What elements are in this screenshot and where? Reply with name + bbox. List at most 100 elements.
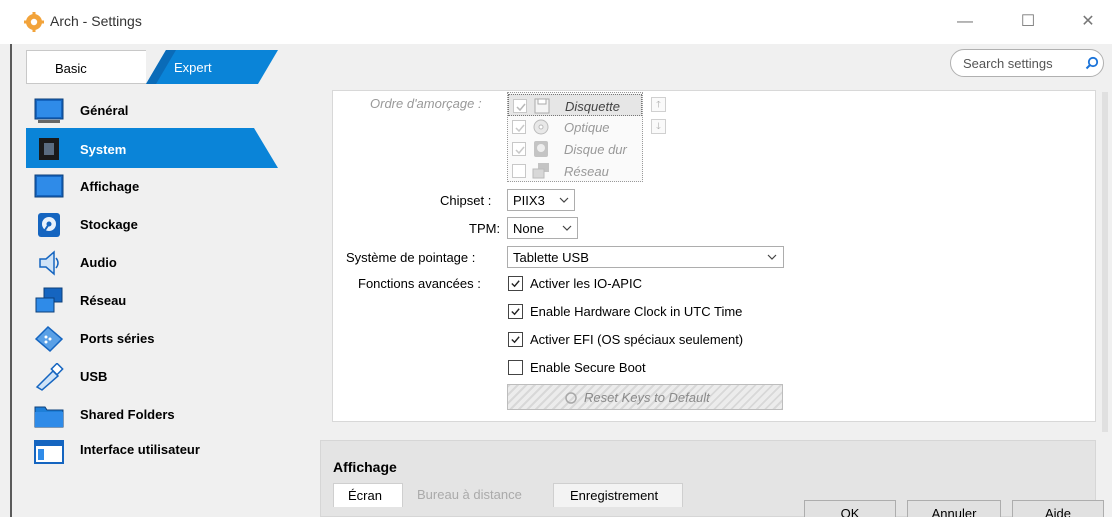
scrollbar[interactable] xyxy=(1102,92,1108,432)
tab-label: Écran xyxy=(348,488,382,503)
active-item-background xyxy=(26,128,278,168)
io-apic-label: Activer les IO-APIC xyxy=(530,276,642,291)
usb-icon xyxy=(35,363,64,391)
storage-icon xyxy=(38,213,60,237)
sidebar-item-general[interactable]: Général xyxy=(26,92,316,130)
search-icon[interactable] xyxy=(1085,56,1099,70)
pointing-device-value: Tablette USB xyxy=(513,250,589,265)
close-button[interactable]: ✕ xyxy=(1073,10,1103,34)
boot-item-optical[interactable]: Optique xyxy=(508,116,642,138)
audio-icon xyxy=(39,250,59,276)
boot-item-checkbox[interactable] xyxy=(513,99,527,113)
cancel-button[interactable]: Annuler xyxy=(907,500,1001,517)
serial-ports-icon xyxy=(34,325,64,353)
sidebar-item-label: Stockage xyxy=(80,217,138,232)
chipset-select[interactable]: PIIX3 xyxy=(507,189,575,211)
boot-order-label: Ordre d'amorçage : xyxy=(370,96,482,111)
general-icon xyxy=(34,98,64,123)
io-apic-checkbox[interactable] xyxy=(508,276,523,291)
pointing-device-select[interactable]: Tablette USB xyxy=(507,246,784,268)
search-input[interactable] xyxy=(963,54,1081,72)
shared-folders-icon xyxy=(34,406,64,428)
sidebar-item-label: Affichage xyxy=(80,179,140,194)
help-button[interactable]: Aide xyxy=(1012,500,1104,517)
user-interface-icon xyxy=(34,440,64,464)
advanced-features-label: Fonctions avancées : xyxy=(358,276,481,291)
sidebar-item-serial-ports[interactable]: Ports séries xyxy=(26,320,316,358)
pointing-device-label: Système de pointage : xyxy=(346,250,476,265)
hard-disk-icon xyxy=(534,141,548,157)
boot-item-label: Réseau xyxy=(564,164,609,179)
sidebar-item-storage[interactable]: Stockage xyxy=(26,206,316,244)
boot-item-network[interactable]: Réseau xyxy=(508,160,642,182)
network-icon xyxy=(532,163,549,179)
tab-label: Bureau à distance xyxy=(417,487,522,502)
tpm-label: TPM: xyxy=(469,221,501,236)
sidebar-item-label: Réseau xyxy=(80,293,127,308)
sidebar-item-system[interactable]: System xyxy=(26,128,316,168)
boot-item-label: Disque dur xyxy=(564,142,627,157)
sidebar-item-user-interface[interactable]: Interface utilisateur xyxy=(26,434,316,472)
sidebar-item-network[interactable]: Réseau xyxy=(26,282,316,320)
sidebar-item-label: Général xyxy=(80,103,129,118)
utc-clock-label: Enable Hardware Clock in UTC Time xyxy=(530,304,743,319)
sidebar-item-label: USB xyxy=(80,369,108,384)
window-title: Arch - Settings xyxy=(50,13,142,29)
system-icon xyxy=(37,138,61,160)
minimize-button[interactable]: — xyxy=(950,10,980,34)
boot-item-label: Disquette xyxy=(565,99,620,114)
sidebar-item-display[interactable]: Affichage xyxy=(26,168,316,206)
expert-mode-label: Expert xyxy=(174,60,212,75)
boot-item-hard-disk[interactable]: Disque dur xyxy=(508,138,642,160)
ok-button[interactable]: OK xyxy=(804,500,896,517)
tpm-select[interactable]: None xyxy=(507,217,578,239)
sidebar-item-label: Interface utilisateur xyxy=(80,442,200,457)
utc-clock-checkbox[interactable] xyxy=(508,304,523,319)
chevron-down-icon xyxy=(767,254,777,260)
move-up-button[interactable]: 🡑 xyxy=(651,97,666,112)
move-down-button[interactable]: 🡓 xyxy=(651,119,666,134)
boot-item-label: Optique xyxy=(564,120,610,135)
sidebar-item-audio[interactable]: Audio xyxy=(26,244,316,282)
sidebar-item-shared-folders[interactable]: Shared Folders xyxy=(26,396,316,434)
boot-item-checkbox[interactable] xyxy=(512,164,526,178)
sidebar-item-label: Ports séries xyxy=(80,331,155,346)
secure-boot-label: Enable Secure Boot xyxy=(530,360,646,375)
display-icon xyxy=(34,174,64,198)
floppy-icon xyxy=(534,98,550,114)
secure-boot-checkbox[interactable] xyxy=(508,360,523,375)
settings-sidebar: Général System Affichage Stockage Audio … xyxy=(26,92,316,472)
reset-keys-label: Reset Keys to Default xyxy=(584,390,710,405)
reset-icon xyxy=(565,392,577,404)
expert-mode-button[interactable]: Expert xyxy=(26,50,278,84)
tpm-value: None xyxy=(513,221,545,236)
optical-disc-icon xyxy=(533,119,549,135)
expert-mode-background xyxy=(146,50,278,84)
network-icon xyxy=(35,287,63,313)
tab-screen[interactable]: Écran xyxy=(333,483,403,507)
reset-keys-button[interactable]: Reset Keys to Default xyxy=(507,384,783,410)
boot-item-checkbox[interactable] xyxy=(512,120,526,134)
tab-remote-display[interactable]: Bureau à distance xyxy=(403,483,551,507)
sidebar-item-label: System xyxy=(80,142,127,157)
gear-icon xyxy=(24,12,44,32)
window-left-edge xyxy=(10,44,12,517)
section-title: Affichage xyxy=(333,459,397,475)
boot-item-floppy[interactable]: Disquette xyxy=(508,94,642,116)
title-bar: Arch - Settings — ☐ ✕ xyxy=(0,0,1112,44)
tab-label: Enregistrement xyxy=(570,488,659,503)
mode-toggle: Basic Expert xyxy=(26,50,278,84)
sidebar-item-label: Shared Folders xyxy=(80,407,175,422)
sidebar-item-label: Audio xyxy=(80,255,117,270)
tab-recording[interactable]: Enregistrement xyxy=(553,483,683,507)
efi-label: Activer EFI (OS spéciaux seulement) xyxy=(530,332,744,347)
boot-order-list[interactable]: Disquette Optique Disque dur Réseau xyxy=(507,92,643,182)
chevron-down-icon xyxy=(562,225,572,231)
search-box[interactable] xyxy=(950,49,1104,77)
maximize-button[interactable]: ☐ xyxy=(1013,10,1043,34)
chevron-down-icon xyxy=(559,197,569,203)
sidebar-item-usb[interactable]: USB xyxy=(26,358,316,396)
boot-item-checkbox[interactable] xyxy=(512,142,526,156)
efi-checkbox[interactable] xyxy=(508,332,523,347)
chipset-label: Chipset : xyxy=(440,193,492,208)
